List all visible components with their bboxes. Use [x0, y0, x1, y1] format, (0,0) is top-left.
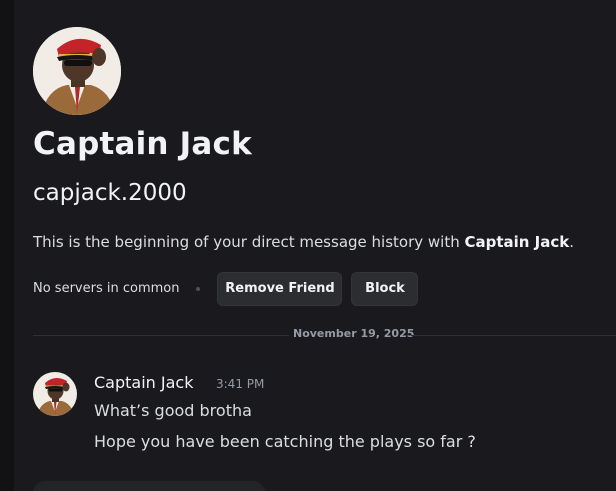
date-divider: November 19, 2025 — [33, 326, 616, 344]
divider-line-right — [411, 335, 616, 336]
dm-intro-prefix: This is the beginning of your direct mes… — [33, 233, 465, 251]
message-text: Hope you have been catching the plays so… — [94, 432, 476, 451]
dm-channel-view: Captain Jack capjack.2000 This is the be… — [0, 0, 616, 491]
message-avatar-image — [33, 372, 77, 416]
dm-content: Captain Jack capjack.2000 This is the be… — [14, 0, 616, 491]
profile-avatar-image — [33, 27, 121, 115]
divider-date: November 19, 2025 — [293, 327, 415, 340]
dm-intro-suffix: . — [569, 233, 575, 251]
message-author-name[interactable]: Captain Jack — [94, 373, 193, 392]
partial-next-element — [33, 481, 265, 491]
profile-actions: No servers in common Remove Friend Block — [33, 271, 419, 306]
profile-username: capjack.2000 — [33, 180, 187, 206]
separator-dot — [196, 286, 201, 291]
mutual-servers-text[interactable]: No servers in common — [33, 281, 179, 296]
message-text: What’s good brotha — [94, 401, 252, 420]
message-timestamp: 3:41 PM — [216, 377, 265, 391]
remove-friend-button[interactable]: Remove Friend — [217, 271, 343, 306]
divider-line-left — [33, 335, 289, 336]
left-sidebar-edge — [0, 0, 14, 491]
dm-intro-text: This is the beginning of your direct mes… — [33, 233, 574, 251]
profile-avatar[interactable] — [33, 27, 121, 115]
block-button[interactable]: Block — [351, 271, 419, 306]
profile-display-name: Captain Jack — [33, 126, 252, 162]
message-author-avatar[interactable] — [33, 372, 77, 416]
dm-intro-name: Captain Jack — [464, 233, 570, 251]
